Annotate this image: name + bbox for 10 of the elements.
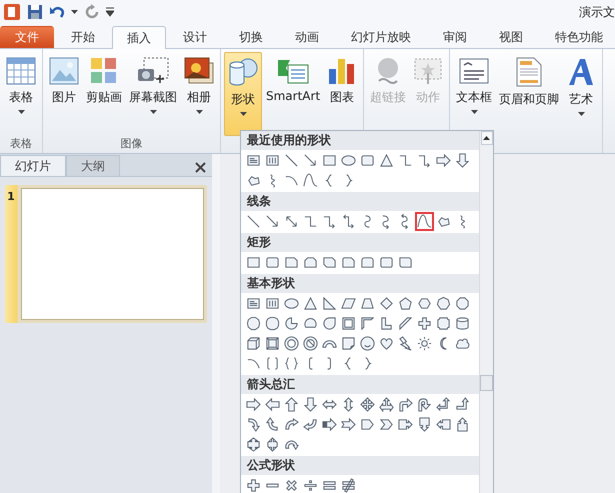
group-label: 图像	[120, 136, 144, 152]
section-title: 公式形状	[241, 456, 479, 475]
section-title: 线条	[241, 192, 479, 211]
section-title: 基本形状	[241, 274, 479, 293]
group-label: 表格	[9, 136, 33, 152]
section-title: 箭头总汇	[241, 375, 479, 394]
section-title: 最近使用的形状	[241, 131, 479, 150]
slide-number: 1	[6, 189, 16, 205]
section-title: 矩形	[241, 233, 479, 252]
window-title: 演示文	[579, 4, 615, 20]
